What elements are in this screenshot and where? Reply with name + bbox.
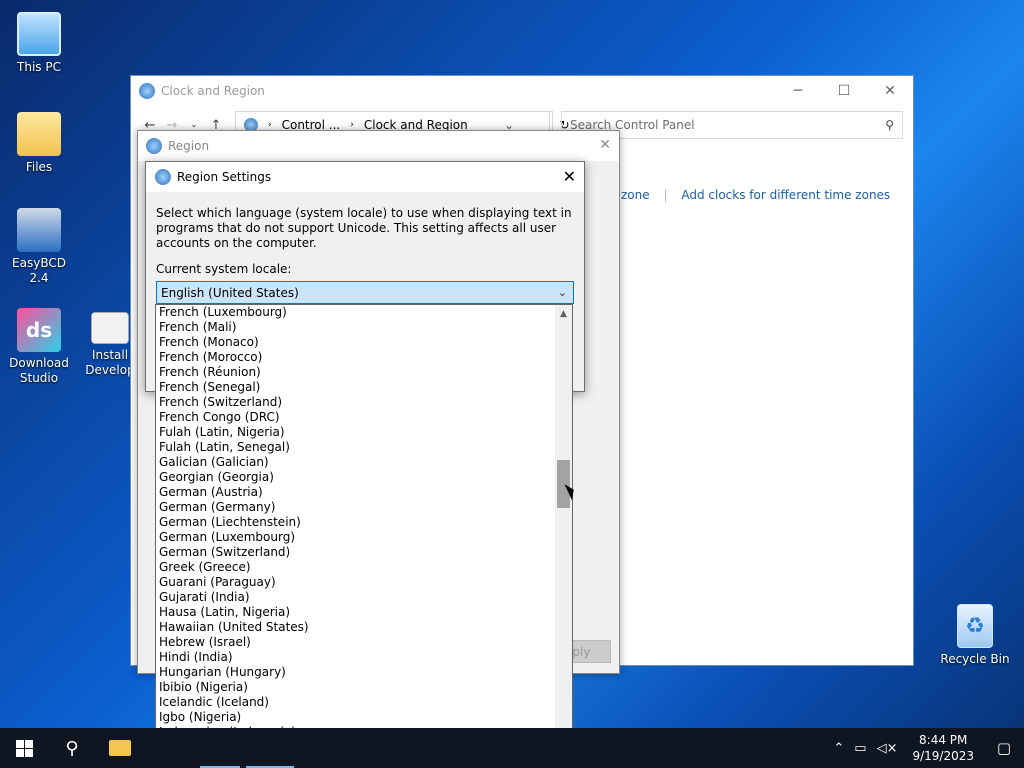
locale-option[interactable]: French (Senegal) — [156, 380, 572, 395]
desktop-icon-label: EasyBCD 2.4 — [12, 256, 66, 285]
computer-icon — [17, 12, 61, 56]
locale-option[interactable]: French (Luxembourg) — [156, 305, 572, 320]
locale-option[interactable]: German (Liechtenstein) — [156, 515, 572, 530]
taskbar-file-explorer[interactable] — [96, 728, 144, 768]
locale-option[interactable]: Georgian (Georgia) — [156, 470, 572, 485]
breadcrumb-separator-icon: › — [268, 120, 272, 130]
window-title: Clock and Region — [161, 83, 265, 98]
desktop-icon-easybcd[interactable]: EasyBCD 2.4 — [4, 208, 74, 286]
current-locale-label: Current system locale: — [156, 262, 292, 276]
locale-option[interactable]: Igbo (Nigeria) — [156, 710, 572, 725]
link-separator: | — [663, 188, 668, 202]
locale-option[interactable]: French (Switzerland) — [156, 395, 572, 410]
region-settings-titlebar[interactable]: Region Settings — [146, 162, 584, 192]
recycle-bin-icon: ♻ — [957, 604, 993, 648]
close-icon[interactable]: ✕ — [867, 76, 913, 105]
region-titlebar[interactable]: Region — [138, 131, 619, 161]
breadcrumb-separator-icon: › — [350, 120, 354, 130]
locale-option[interactable]: French (Morocco) — [156, 350, 572, 365]
locale-dropdown-list[interactable]: French (Luxembourg) French (Mali) French (… — [155, 304, 573, 754]
locale-option[interactable]: Hindi (India) — [156, 650, 572, 665]
clock[interactable]: 8:44 PM 9/19/2023 — [912, 732, 974, 764]
start-button[interactable] — [0, 728, 48, 768]
folder-icon — [17, 112, 61, 156]
desktop-icon-download-studio[interactable]: ds Download Studio — [4, 308, 74, 386]
locale-options: French (Luxembourg) French (Mali) French (… — [156, 305, 572, 753]
locale-option[interactable]: Guarani (Paraguay) — [156, 575, 572, 590]
region-icon — [146, 138, 162, 154]
search-button[interactable]: ⚲ — [48, 728, 96, 768]
close-icon[interactable]: ✕ — [599, 137, 611, 153]
locale-option[interactable]: Ibibio (Nigeria) — [156, 680, 572, 695]
locale-option[interactable]: Gujarati (India) — [156, 590, 572, 605]
easybcd-icon — [17, 208, 61, 252]
locale-option[interactable]: Hausa (Latin, Nigeria) — [156, 605, 572, 620]
minimize-icon[interactable]: ─ — [775, 76, 821, 105]
desktop-icon-label: Recycle Bin — [940, 652, 1010, 666]
taskbar-app-4[interactable] — [240, 728, 288, 768]
link-time-zone[interactable]: zone — [621, 188, 650, 202]
gear-icon — [91, 312, 129, 344]
taskbar: ⚲ ⌃ ▭ ◁× 8:44 PM 9/19/2023 ▢ — [0, 728, 1024, 768]
recent-chevron-icon[interactable]: ⌄ — [183, 120, 205, 130]
region-title: Region — [168, 139, 210, 153]
notification-icon[interactable]: ▢ — [984, 728, 1024, 768]
chevron-down-icon[interactable]: ⌄ — [558, 286, 567, 299]
locale-option[interactable]: French (Monaco) — [156, 335, 572, 350]
locale-option[interactable]: French (Réunion) — [156, 365, 572, 380]
desktop-icon-this-pc[interactable]: This PC — [4, 12, 74, 75]
desktop-icon-files[interactable]: Files — [4, 112, 74, 175]
locale-option[interactable]: Hebrew (Israel) — [156, 635, 572, 650]
locale-option[interactable]: German (Luxembourg) — [156, 530, 572, 545]
clock-time: 8:44 PM — [919, 733, 968, 747]
close-icon[interactable]: ✕ — [563, 167, 576, 186]
scroll-up-icon[interactable]: ▲ — [555, 305, 572, 322]
system-locale-select[interactable]: English (United States) ⌄ — [156, 281, 574, 304]
locale-option[interactable]: Fulah (Latin, Senegal) — [156, 440, 572, 455]
maximize-icon[interactable]: ☐ — [821, 76, 867, 105]
locale-option[interactable]: French Congo (DRC) — [156, 410, 572, 425]
locale-option[interactable]: Galician (Galician) — [156, 455, 572, 470]
locale-option[interactable]: Hungarian (Hungary) — [156, 665, 572, 680]
desktop-icon-label: Download Studio — [9, 356, 69, 385]
locale-option[interactable]: Hawaiian (United States) — [156, 620, 572, 635]
desktop-icon-label: Files — [25, 160, 53, 174]
volume-muted-icon[interactable]: ◁× — [877, 741, 898, 756]
taskbar-app-2[interactable] — [144, 728, 192, 768]
download-studio-icon: ds — [17, 308, 61, 352]
locale-option[interactable]: Fulah (Latin, Nigeria) — [156, 425, 572, 440]
dropdown-scrollbar[interactable]: ▲ ▼ — [555, 305, 572, 753]
region-settings-icon — [155, 169, 171, 185]
selected-locale: English (United States) — [161, 285, 299, 300]
link-add-clocks[interactable]: Add clocks for different time zones — [681, 188, 890, 202]
window-controls: ─ ☐ ✕ — [775, 76, 913, 105]
locale-option[interactable]: Icelandic (Iceland) — [156, 695, 572, 710]
clock-links: zone | Add clocks for different time zon… — [621, 188, 900, 202]
locale-option[interactable]: German (Austria) — [156, 485, 572, 500]
desktop-icon-recycle-bin[interactable]: ♻ Recycle Bin — [940, 604, 1010, 667]
locale-option[interactable]: German (Germany) — [156, 500, 572, 515]
desktop-icon-label: This PC — [17, 60, 61, 74]
taskbar-app-3[interactable] — [192, 728, 240, 768]
network-icon[interactable]: ▭ — [854, 741, 866, 756]
locale-description: Select which language (system locale) to… — [156, 206, 572, 250]
search-icon[interactable]: ⚲ — [885, 118, 894, 132]
locale-option[interactable]: Greek (Greece) — [156, 560, 572, 575]
system-tray: ⌃ ▭ ◁× 8:44 PM 9/19/2023 ▢ — [828, 728, 1024, 768]
windows-logo-icon — [15, 739, 33, 757]
region-settings-title: Region Settings — [177, 170, 272, 184]
show-hidden-icons-icon[interactable]: ⌃ — [833, 741, 844, 756]
folder-icon — [109, 740, 131, 756]
clock-date: 9/19/2023 — [912, 749, 974, 763]
locale-option[interactable]: German (Switzerland) — [156, 545, 572, 560]
locale-option[interactable]: French (Mali) — [156, 320, 572, 335]
search-icon: ⚲ — [65, 737, 79, 759]
control-panel-icon — [139, 82, 155, 99]
